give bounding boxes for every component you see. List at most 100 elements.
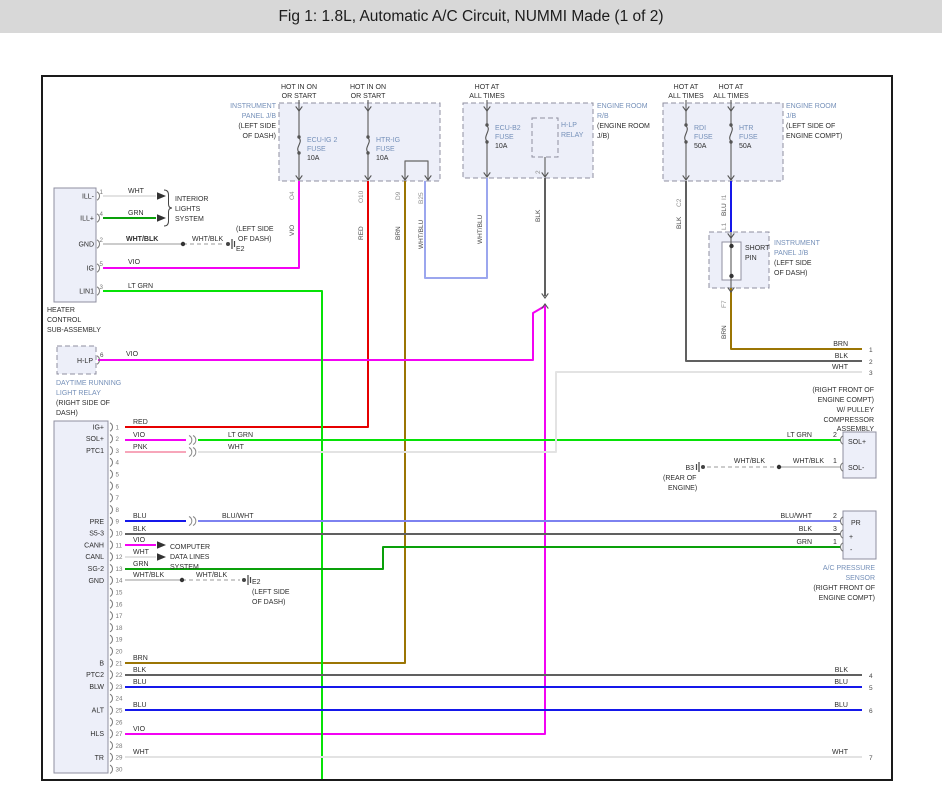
- diagram-label: 10A: [495, 143, 508, 150]
- diagram-label: ECU-B2: [495, 125, 521, 132]
- diagram-label: F7: [721, 300, 728, 308]
- diagram-label: (RIGHT FRONT OF: [813, 585, 875, 592]
- pin-name: HLS: [90, 731, 104, 738]
- instrument-panel-jb-box: [279, 103, 440, 181]
- wire-brn-f7: [731, 288, 862, 349]
- pin-bracket: [110, 682, 112, 690]
- diagram-label: RED: [133, 419, 148, 426]
- pin-name: IG+: [93, 424, 104, 431]
- diagram-label: B3: [685, 465, 694, 472]
- pin-bracket: [110, 588, 112, 596]
- pin-name: S5-3: [89, 531, 104, 538]
- diagram-label: INSTRUMENT: [774, 240, 821, 247]
- pin-number: 7: [116, 495, 120, 502]
- diagram-label: ENGINE): [668, 485, 697, 492]
- pin-number: 25: [116, 708, 123, 715]
- diagram-label: WHT: [133, 549, 150, 556]
- diagram-label: INSTRUMENT: [230, 103, 277, 110]
- pin-number: 28: [116, 743, 123, 750]
- pin-number: 3: [100, 284, 104, 291]
- system-arrow-icon: [157, 541, 166, 549]
- pin-bracket: [110, 494, 112, 502]
- pin-number: 5: [100, 261, 104, 268]
- diagram-label: +: [849, 534, 853, 541]
- diagram-label: WHT: [228, 444, 245, 451]
- diagram-label: BRN: [721, 325, 728, 339]
- diagram-label: ALL TIMES: [713, 93, 749, 100]
- diagram-label: BRN: [395, 226, 402, 240]
- diagram-label: 50A: [694, 143, 707, 150]
- diagram-label: BLK: [835, 353, 849, 360]
- diagram-label: 3: [869, 370, 873, 377]
- diagram-label: HOT AT: [719, 84, 744, 91]
- diagram-label: HOT IN ON: [350, 84, 386, 91]
- diagram-label: BLU/WHT: [781, 513, 813, 520]
- diagram-label: O10: [358, 190, 365, 203]
- diagram-label: BLU: [133, 679, 147, 686]
- diagram-label: ENGINE COMPT): [818, 397, 874, 404]
- pin-number: 16: [116, 601, 123, 608]
- diagram-label: WHT: [133, 749, 150, 756]
- diagram-label: 10A: [307, 155, 320, 162]
- pin-bracket: [110, 458, 112, 466]
- ground-e2-heater: [226, 242, 230, 246]
- splice-icon: [189, 517, 192, 526]
- diagram-label: HOT IN ON: [281, 84, 317, 91]
- splice-icon: [193, 448, 196, 457]
- diagram-label: WHT/BLK: [126, 236, 158, 243]
- diagram-label: H-LP: [561, 122, 577, 129]
- pin-name: CANL: [85, 554, 104, 561]
- diagram-label: ASSEMBLY: [837, 426, 875, 433]
- pin-bracket: [110, 505, 112, 513]
- diagram-label: FUSE: [495, 134, 514, 141]
- diagram-label: ENGINE COMPT): [786, 133, 842, 140]
- system-arrow-icon: [157, 192, 166, 200]
- diagram-label: BLU: [721, 203, 728, 216]
- diagram-label: OF DASH): [243, 133, 276, 140]
- diagram-label: GRN: [133, 561, 149, 568]
- diagram-label: BLU: [834, 702, 848, 709]
- diagram-label: INTERIOR: [175, 196, 208, 203]
- diagram-label: 1: [833, 539, 837, 546]
- pin-bracket: [110, 706, 112, 714]
- diagram-label: VIO: [133, 432, 146, 439]
- splice-icon: [193, 436, 196, 445]
- ac-amplifier-block: [54, 421, 108, 773]
- pin-bracket: [110, 612, 112, 620]
- diagram-label: B25: [418, 192, 425, 204]
- pin-number: 10: [116, 531, 123, 538]
- diagram-label: (LEFT SIDE: [774, 260, 812, 267]
- diagram-label: OF DASH): [252, 599, 285, 606]
- diagram-label: D9: [395, 191, 402, 200]
- diagram-label: DASH): [56, 410, 78, 417]
- pin-bracket: [110, 423, 112, 431]
- diagram-label: VIO: [133, 537, 146, 544]
- diagram-label: RDI: [694, 125, 706, 132]
- wire-grn-sg2: [125, 547, 841, 569]
- pin-bracket: [110, 600, 112, 608]
- diagram-label: BLK: [133, 667, 147, 674]
- junction-dot: [180, 578, 184, 582]
- brace-icon: [164, 190, 172, 226]
- pin-number: 30: [116, 767, 123, 774]
- diagram-label: 5: [869, 685, 873, 692]
- diagram-label: VIO: [126, 351, 139, 358]
- diagram-label: 2: [869, 359, 873, 366]
- diagram-label: BLK: [535, 209, 542, 222]
- diagram-label: 1: [833, 458, 837, 465]
- diagram-label: BLU: [133, 513, 147, 520]
- diagram-label: RED: [358, 226, 365, 240]
- pin-name: ILL-: [82, 193, 95, 200]
- diagram-label: BLU: [834, 679, 848, 686]
- diagram-label: HOT AT: [674, 84, 699, 91]
- pin-number: 11: [116, 542, 123, 549]
- junction-dot: [729, 244, 733, 248]
- diagram-label: R/B: [597, 113, 609, 120]
- diagram-label: LT GRN: [228, 432, 253, 439]
- diagram-label: ENGINE ROOM: [786, 103, 837, 110]
- pin-bracket: [110, 576, 112, 584]
- diagram-label: L1: [721, 222, 728, 230]
- pin-number: 15: [116, 590, 123, 597]
- diagram-label: DAYTIME RUNNING: [56, 380, 121, 387]
- pin-name: ALT: [92, 708, 105, 715]
